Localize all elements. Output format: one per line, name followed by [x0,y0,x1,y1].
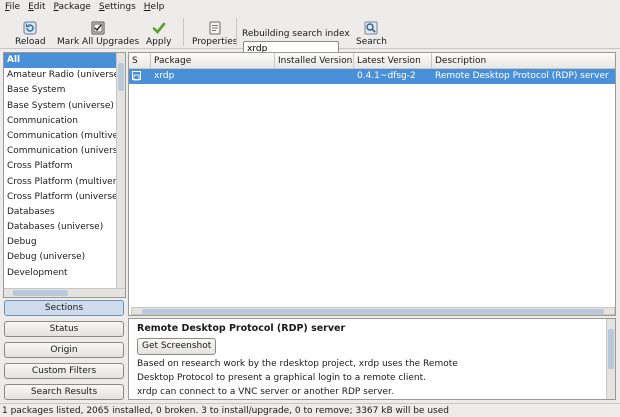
latest-version-cell: 0.4.1~dfsg-2 [357,71,416,81]
scrollbar-thumb[interactable] [608,329,614,369]
package-status-icon[interactable] [132,71,141,81]
section-item-all[interactable]: All [4,53,125,69]
menu-package[interactable]: Package [54,2,91,12]
table-row[interactable]: xrdp 0.4.1~dfsg-2 Remote Desktop Protoco… [129,69,615,84]
scrollbar-thumb[interactable] [142,309,604,314]
search-icon [364,21,378,35]
description-line: xrdp can connect to a VNC server or anot… [137,387,394,397]
toolbar-separator [236,18,237,46]
package-details: Remote Desktop Protocol (RDP) server Get… [128,318,616,400]
column-header-description[interactable]: Description [432,53,615,69]
section-item[interactable]: Cross Platform (multiverse) [4,175,125,190]
sections-button[interactable]: Sections [4,300,124,316]
checkmark-icon [152,21,166,35]
column-header-status[interactable]: S [129,53,151,69]
toolbar-separator [183,18,184,46]
sections-list[interactable]: All Amateur Radio (universe) Base System… [3,52,126,298]
table-header: S Package Installed Version Latest Versi… [129,53,615,69]
mark-all-upgrades-button[interactable]: Mark All Upgrades [57,17,139,47]
section-item[interactable]: Debug (universe) [4,250,125,265]
status-bar: 1 packages listed, 2065 installed, 0 bro… [0,403,620,417]
section-item[interactable]: Debug [4,235,125,250]
sections-button-label: Sections [44,303,84,313]
sections-horizontal-scrollbar[interactable] [4,288,125,297]
mark-all-upgrades-label: Mark All Upgrades [57,37,140,47]
column-header-installed-version[interactable]: Installed Version [275,53,354,69]
menu-edit[interactable]: Edit [28,2,45,12]
details-vertical-scrollbar[interactable] [606,319,615,399]
section-item[interactable]: Base System [4,83,125,98]
custom-filters-button[interactable]: Custom Filters [4,363,124,379]
menu-file[interactable]: File [5,2,20,12]
sections-vertical-scrollbar[interactable] [116,53,125,297]
column-header-latest-version[interactable]: Latest Version [354,53,432,69]
package-table: S Package Installed Version Latest Versi… [128,52,616,316]
search-results-button-label: Search Results [30,387,98,397]
section-item[interactable]: Databases (universe) [4,220,125,235]
package-description: Based on research work by the rdesktop p… [137,357,597,399]
reload-button[interactable]: Reload [15,17,46,47]
package-summary-title: Remote Desktop Protocol (RDP) server [137,323,346,334]
search-label: Search [356,37,387,47]
description-line: Desktop Protocol to present a graphical … [137,373,426,383]
package-name-cell: xrdp [154,71,175,81]
reload-label: Reload [15,37,46,47]
description-cell: Remote Desktop Protocol (RDP) server [435,71,609,81]
properties-button[interactable]: Properties [192,17,237,47]
apply-label: Apply [146,37,172,47]
toolbar: Reload Mark All Upgrades Apply Propertie… [0,14,620,57]
properties-icon [208,21,222,35]
package-status-cell[interactable] [129,69,151,84]
section-item[interactable]: Base System (universe) [4,99,125,114]
section-item[interactable]: Development [4,266,125,281]
menu-help[interactable]: Help [144,2,165,12]
section-item[interactable]: Amateur Radio (universe) [4,68,125,83]
mark-upgrades-icon [91,21,105,35]
search-button[interactable]: Search [356,17,387,47]
status-button-label: Status [49,324,79,334]
description-line: Based on research work by the rdesktop p… [137,359,458,369]
properties-label: Properties [192,37,238,47]
section-item[interactable]: Communication (universe) [4,144,125,159]
origin-button-label: Origin [50,345,78,355]
section-item[interactable]: Cross Platform [4,159,125,174]
reload-icon [23,21,37,35]
get-screenshot-button[interactable]: Get Screenshot [137,338,217,355]
section-item[interactable]: Databases [4,205,125,220]
column-header-package[interactable]: Package [151,53,275,69]
menu-bar: File Edit Package Settings Help [0,0,620,14]
apply-button[interactable]: Apply [146,17,171,47]
custom-filters-button-label: Custom Filters [31,366,97,376]
installed-version-cell [275,69,278,84]
scrollbar-thumb[interactable] [13,290,68,296]
package-horizontal-scrollbar[interactable] [131,307,615,315]
origin-button[interactable]: Origin [4,342,124,358]
section-item[interactable]: Cross Platform (universe) [4,190,125,205]
menu-settings[interactable]: Settings [99,2,136,12]
section-item[interactable]: Communication [4,114,125,129]
search-results-button[interactable]: Search Results [4,384,124,400]
scrollbar-thumb[interactable] [118,63,124,91]
status-button[interactable]: Status [4,321,124,337]
section-item[interactable]: Communication (multiverse) [4,129,125,144]
search-status-label: Rebuilding search index [242,29,350,39]
